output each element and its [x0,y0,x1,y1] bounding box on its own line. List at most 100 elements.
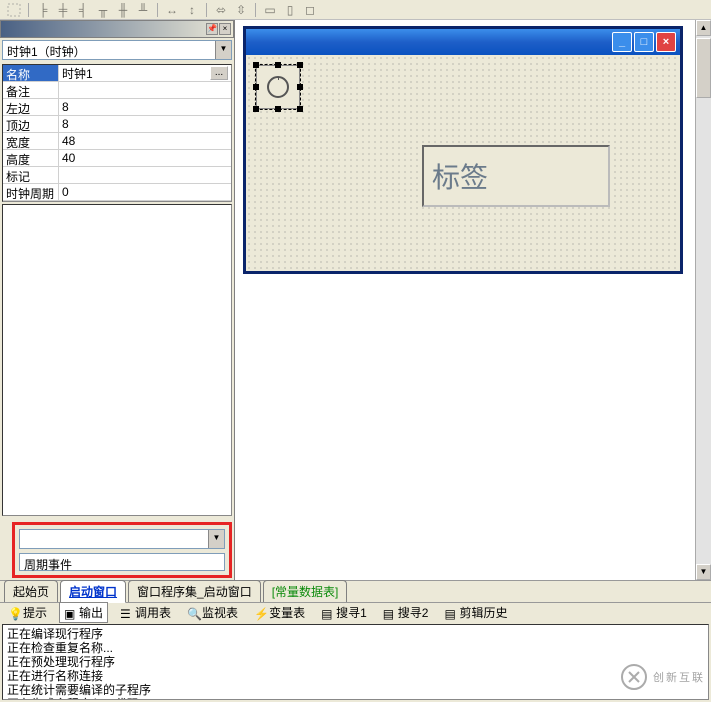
property-value[interactable]: 48 [59,133,231,149]
vertical-scrollbar[interactable]: ▲ ▼ [695,20,711,580]
align-middle-icon[interactable]: ╫ [115,2,131,18]
resize-handle-nw[interactable] [253,62,259,68]
property-row[interactable]: 左边8 [3,99,231,116]
clip-icon: ▤ [444,607,456,619]
scroll-down-button[interactable]: ▼ [696,564,711,580]
format-icon-2[interactable]: ▯ [282,2,298,18]
minimize-button[interactable]: _ [612,32,632,52]
property-row[interactable]: 宽度48 [3,133,231,150]
property-row[interactable]: 备注 [3,82,231,99]
close-button[interactable]: × [656,32,676,52]
property-grid-blank [2,204,232,516]
event-name-field[interactable]: 周期事件 [19,553,225,571]
calls-icon: ☰ [120,607,132,619]
align-top-icon[interactable]: ╥ [95,2,111,18]
property-grid: 名称时钟1...备注左边8顶边8宽度48高度40标记时钟周期0 [2,64,232,202]
resize-handle-n[interactable] [275,62,281,68]
resize-handle-w[interactable] [253,84,259,90]
tool-tabs: 💡提示 ▣输出 ☰调用表 🔍监视表 ⚡变量表 ▤搜寻1 ▤搜寻2 ▤剪辑历史 [0,602,711,622]
property-value[interactable]: 0 [59,184,231,200]
clock-icon [267,76,289,98]
output-line: 正在生成主程序入口代码 [7,697,704,700]
property-value[interactable]: 8 [59,99,231,115]
tool-tab-search1[interactable]: ▤搜寻1 [317,603,371,622]
event-dropdown[interactable]: ▼ [19,529,225,549]
toolbar-icon-1[interactable] [6,2,22,18]
scroll-up-button[interactable]: ▲ [696,20,711,36]
tool-tab-hint[interactable]: 💡提示 [4,603,51,622]
editor-tab[interactable]: 窗口程序集_启动窗口 [128,580,261,602]
timer-component[interactable] [256,65,300,109]
chevron-down-icon[interactable]: ▼ [215,41,231,59]
tool-tab-label: 提示 [23,604,47,621]
chevron-down-icon[interactable]: ▼ [208,530,224,548]
design-surface[interactable]: _ □ × 标签 [235,20,711,580]
maximize-button[interactable]: □ [634,32,654,52]
tool-tab-label: 剪辑历史 [459,604,507,621]
same-height-icon[interactable]: ⇳ [233,2,249,18]
format-icon-3[interactable]: ◻ [302,2,318,18]
tool-tab-label: 变量表 [269,604,305,621]
output-panel[interactable]: 正在编译现行程序正在检查重复名称...正在预处理现行程序正在进行名称连接正在统计… [2,624,709,700]
editor-tab[interactable]: 起始页 [4,580,58,602]
output-line: 正在检查重复名称... [7,641,704,655]
tool-tab-calls[interactable]: ☰调用表 [116,603,175,622]
distribute-h-icon[interactable]: ↔ [164,2,180,18]
align-center-icon[interactable]: ╪ [55,2,71,18]
property-value[interactable] [59,167,231,183]
tool-tab-label: 输出 [79,604,103,621]
property-value[interactable]: 40 [59,150,231,166]
align-left-icon[interactable]: ╞ [35,2,51,18]
tool-tab-output[interactable]: ▣输出 [59,602,108,623]
property-row[interactable]: 标记 [3,167,231,184]
resize-handle-se[interactable] [297,106,303,112]
editor-tabs: 起始页启动窗口窗口程序集_启动窗口[常量数据表] [0,580,711,602]
resize-handle-s[interactable] [275,106,281,112]
same-width-icon[interactable]: ⬄ [213,2,229,18]
resize-handle-sw[interactable] [253,106,259,112]
property-row[interactable]: 时钟周期0 [3,184,231,201]
tool-tab-vars[interactable]: ⚡变量表 [250,603,309,622]
tool-tab-search2[interactable]: ▤搜寻2 [379,603,433,622]
property-label: 标记 [3,167,59,183]
distribute-v-icon[interactable]: ↕ [184,2,200,18]
property-label: 宽度 [3,133,59,149]
property-value[interactable]: 时钟1... [59,65,231,81]
editor-tab[interactable]: [常量数据表] [263,580,348,602]
component-selector[interactable]: 时钟1（时钟） ▼ [2,40,232,60]
output-line: 正在进行名称连接 [7,669,704,683]
property-value[interactable] [59,82,231,98]
align-bottom-icon[interactable]: ╨ [135,2,151,18]
ellipsis-button[interactable]: ... [210,66,228,80]
design-window[interactable]: _ □ × 标签 [243,26,683,274]
vars-icon: ⚡ [254,607,266,619]
tool-tab-label: 监视表 [202,604,238,621]
property-row[interactable]: 名称时钟1... [3,65,231,82]
panel-close-button[interactable]: × [219,23,231,35]
event-dropdown-text [20,530,208,548]
format-icon-1[interactable]: ▭ [262,2,278,18]
align-right-icon[interactable]: ╡ [75,2,91,18]
tool-tab-clip[interactable]: ▤剪辑历史 [440,603,511,622]
property-label: 顶边 [3,116,59,132]
hint-icon: 💡 [8,607,20,619]
watch-icon: 🔍 [187,607,199,619]
tool-tab-watch[interactable]: 🔍监视表 [183,603,242,622]
property-value[interactable]: 8 [59,116,231,132]
panel-pin-button[interactable]: 📌 [206,23,218,35]
output-icon: ▣ [64,607,76,619]
label-component[interactable]: 标签 [422,145,610,207]
window-client-area[interactable]: 标签 [246,55,680,271]
editor-tab[interactable]: 启动窗口 [60,580,126,603]
property-row[interactable]: 顶边8 [3,116,231,133]
resize-handle-e[interactable] [297,84,303,90]
property-label: 名称 [3,65,59,81]
event-highlight-box: ▼ 周期事件 [12,522,232,578]
tool-tab-label: 调用表 [135,604,171,621]
toolbar: ╞ ╪ ╡ ╥ ╫ ╨ ↔ ↕ ⬄ ⇳ ▭ ▯ ◻ [0,0,711,20]
property-panel: 📌 × 时钟1（时钟） ▼ 名称时钟1...备注左边8顶边8宽度48高度40标记… [0,20,235,580]
scroll-thumb[interactable] [696,38,711,98]
window-titlebar[interactable]: _ □ × [246,29,680,55]
property-row[interactable]: 高度40 [3,150,231,167]
resize-handle-ne[interactable] [297,62,303,68]
